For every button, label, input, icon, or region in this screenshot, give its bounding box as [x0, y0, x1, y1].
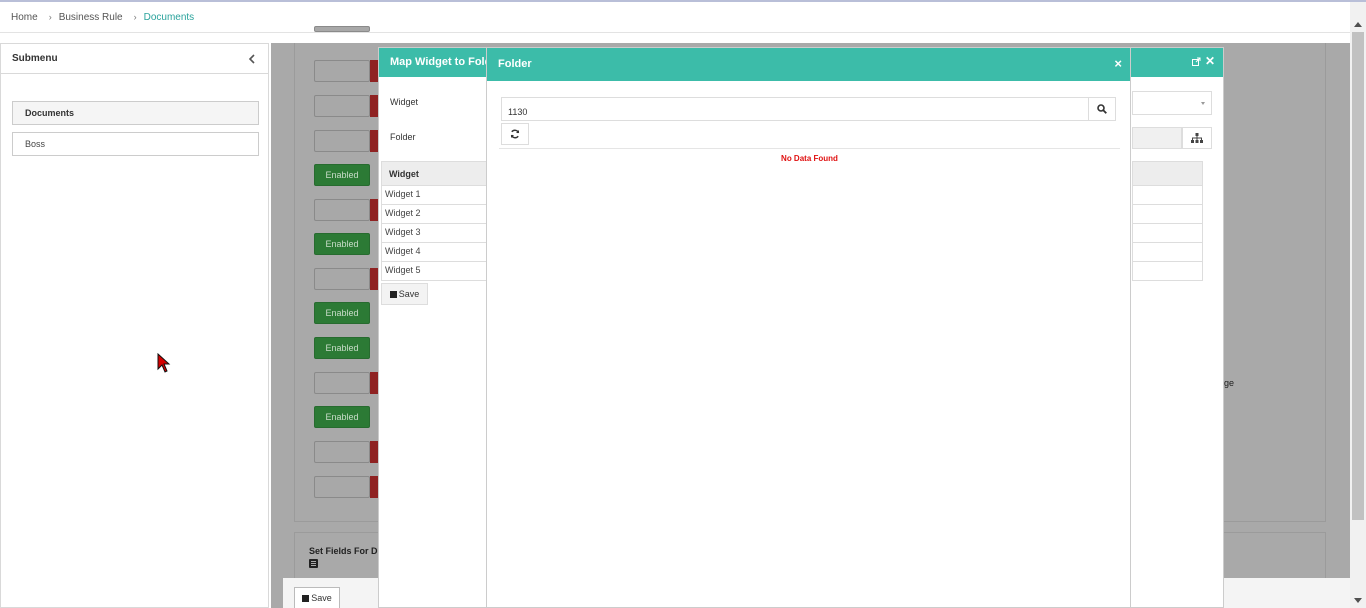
table-row-right — [1132, 224, 1203, 243]
map-modal-title: Map Widget to Folder — [390, 56, 502, 68]
submenu-panel: Submenu Documents Boss — [0, 43, 269, 608]
widget-select[interactable] — [1132, 91, 1212, 115]
no-data-message: No Data Found — [781, 154, 838, 163]
close-icon[interactable]: ✕ — [1205, 55, 1215, 67]
map-save-button[interactable]: Save — [381, 283, 428, 305]
chevron-right-icon: › — [48, 12, 52, 22]
disabled-marker — [370, 95, 378, 117]
partial-text: ge — [1224, 378, 1235, 388]
folder-input[interactable] — [1132, 127, 1182, 149]
table-row-right — [1132, 243, 1203, 262]
refresh-button[interactable] — [501, 123, 529, 145]
widget-table: Widget Widget 1 Widget 2 Widget 3 Widget… — [381, 161, 491, 281]
folder-modal-title: Folder — [498, 58, 532, 70]
submenu-item-boss[interactable]: Boss — [12, 132, 259, 156]
chevron-right-icon: › — [133, 12, 137, 22]
save-icon — [302, 594, 310, 602]
table-row[interactable]: Widget 3 — [381, 224, 491, 243]
submenu-title: Submenu — [12, 53, 58, 64]
search-button[interactable] — [1088, 97, 1116, 121]
divider — [499, 148, 1120, 149]
bottom-save-button[interactable]: Save — [294, 587, 340, 608]
folder-modal: Folder × No Data Found — [486, 47, 1131, 608]
table-header-right — [1132, 161, 1203, 186]
toggle-disabled — [314, 60, 370, 82]
widget-field-label: Widget — [390, 97, 419, 107]
page-scrollbar[interactable] — [1350, 2, 1366, 608]
disabled-marker — [370, 372, 378, 394]
scroll-thumb[interactable] — [1352, 32, 1364, 520]
scroll-up-icon[interactable] — [1354, 22, 1362, 27]
toggle-stub — [314, 26, 370, 32]
table-row-right — [1132, 186, 1203, 205]
table-row-right — [1132, 205, 1203, 224]
breadcrumb-home[interactable]: Home — [11, 12, 38, 23]
table-header: Widget — [381, 161, 491, 186]
submenu-item-documents[interactable]: Documents — [12, 101, 259, 125]
toggle-disabled — [314, 199, 370, 221]
breadcrumb-current: Documents — [143, 11, 195, 23]
folder-modal-header: Folder × — [487, 48, 1130, 81]
external-link-icon[interactable] — [1191, 57, 1201, 66]
folder-search-input[interactable] — [501, 97, 1089, 121]
toggle-disabled — [314, 268, 370, 290]
toggle-disabled — [314, 476, 370, 498]
refresh-icon — [510, 129, 520, 139]
bottom-save-label: Save — [311, 593, 332, 603]
breadcrumb-business-rule[interactable]: Business Rule — [59, 12, 123, 23]
table-row[interactable]: Widget 1 — [381, 186, 491, 205]
save-icon — [389, 290, 397, 298]
caret-down-icon — [1201, 102, 1205, 105]
disabled-marker — [370, 441, 378, 463]
chevron-left-icon[interactable] — [248, 53, 256, 64]
table-row-right — [1132, 262, 1203, 281]
toggle-disabled — [314, 372, 370, 394]
breadcrumb: Home › Business Rule › Documents — [0, 2, 1350, 33]
mouse-cursor-icon — [157, 353, 171, 373]
toggle-enabled: Enabled — [314, 406, 370, 428]
search-icon — [1097, 104, 1107, 114]
table-row[interactable]: Widget 5 — [381, 262, 491, 281]
disabled-marker — [370, 199, 378, 221]
scroll-down-icon[interactable] — [1354, 598, 1362, 603]
table-row[interactable]: Widget 2 — [381, 205, 491, 224]
folder-field-label: Folder — [390, 132, 416, 142]
disabled-marker — [370, 476, 378, 498]
sitemap-icon — [1191, 133, 1203, 143]
close-icon[interactable]: × — [1114, 57, 1122, 70]
list-icon — [309, 559, 318, 568]
toggle-disabled — [314, 130, 370, 152]
toggle-disabled — [314, 441, 370, 463]
toggle-enabled: Enabled — [314, 337, 370, 359]
folder-tree-button[interactable] — [1182, 127, 1212, 149]
disabled-marker — [370, 60, 378, 82]
disabled-marker — [370, 268, 378, 290]
table-row[interactable]: Widget 4 — [381, 243, 491, 262]
toggle-enabled: Enabled — [314, 233, 370, 255]
disabled-marker — [370, 130, 378, 152]
toggle-enabled: Enabled — [314, 302, 370, 324]
toggle-disabled — [314, 95, 370, 117]
map-save-label: Save — [398, 289, 420, 299]
toggle-enabled: Enabled — [314, 164, 370, 186]
submenu-header: Submenu — [1, 44, 268, 74]
